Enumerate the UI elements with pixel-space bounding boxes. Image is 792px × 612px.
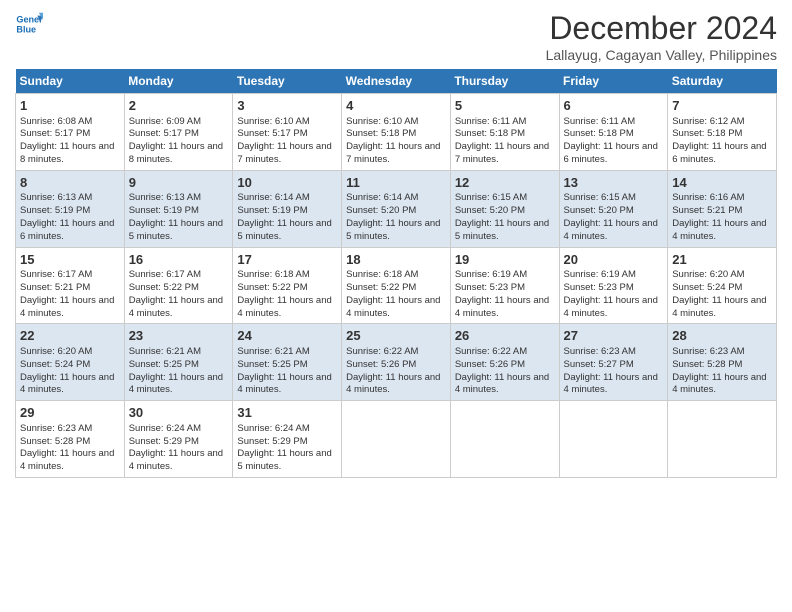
calendar-table: SundayMondayTuesdayWednesdayThursdayFrid… [15, 69, 777, 478]
calendar-cell: 16Sunrise: 6:17 AMSunset: 5:22 PMDayligh… [124, 247, 233, 324]
calendar-cell: 23Sunrise: 6:21 AMSunset: 5:25 PMDayligh… [124, 324, 233, 401]
day-number: 2 [129, 97, 229, 115]
calendar-cell: 11Sunrise: 6:14 AMSunset: 5:20 PMDayligh… [342, 170, 451, 247]
calendar-cell: 26Sunrise: 6:22 AMSunset: 5:26 PMDayligh… [450, 324, 559, 401]
day-number: 13 [564, 174, 664, 192]
calendar-cell: 6Sunrise: 6:11 AMSunset: 5:18 PMDaylight… [559, 94, 668, 171]
calendar-cell [342, 401, 451, 478]
calendar-cell [559, 401, 668, 478]
title-block: December 2024 Lallayug, Cagayan Valley, … [546, 10, 777, 63]
calendar-cell: 28Sunrise: 6:23 AMSunset: 5:28 PMDayligh… [668, 324, 777, 401]
calendar-cell: 27Sunrise: 6:23 AMSunset: 5:27 PMDayligh… [559, 324, 668, 401]
day-number: 18 [346, 251, 446, 269]
day-number: 25 [346, 327, 446, 345]
day-number: 21 [672, 251, 772, 269]
day-number: 17 [237, 251, 337, 269]
calendar-cell: 25Sunrise: 6:22 AMSunset: 5:26 PMDayligh… [342, 324, 451, 401]
page: General Blue December 2024 Lallayug, Cag… [0, 0, 792, 612]
week-row-5: 29Sunrise: 6:23 AMSunset: 5:28 PMDayligh… [16, 401, 777, 478]
calendar-cell: 22Sunrise: 6:20 AMSunset: 5:24 PMDayligh… [16, 324, 125, 401]
calendar-cell: 12Sunrise: 6:15 AMSunset: 5:20 PMDayligh… [450, 170, 559, 247]
calendar-cell: 19Sunrise: 6:19 AMSunset: 5:23 PMDayligh… [450, 247, 559, 324]
header-row: SundayMondayTuesdayWednesdayThursdayFrid… [16, 69, 777, 94]
day-number: 11 [346, 174, 446, 192]
calendar-cell: 17Sunrise: 6:18 AMSunset: 5:22 PMDayligh… [233, 247, 342, 324]
day-number: 1 [20, 97, 120, 115]
calendar-cell [668, 401, 777, 478]
calendar-cell: 20Sunrise: 6:19 AMSunset: 5:23 PMDayligh… [559, 247, 668, 324]
day-number: 22 [20, 327, 120, 345]
day-number: 28 [672, 327, 772, 345]
col-header-monday: Monday [124, 69, 233, 94]
calendar-cell: 2Sunrise: 6:09 AMSunset: 5:17 PMDaylight… [124, 94, 233, 171]
header: General Blue December 2024 Lallayug, Cag… [15, 10, 777, 63]
day-number: 19 [455, 251, 555, 269]
day-number: 15 [20, 251, 120, 269]
day-number: 3 [237, 97, 337, 115]
logo: General Blue [15, 10, 43, 38]
calendar-cell: 21Sunrise: 6:20 AMSunset: 5:24 PMDayligh… [668, 247, 777, 324]
day-number: 9 [129, 174, 229, 192]
calendar-cell: 31Sunrise: 6:24 AMSunset: 5:29 PMDayligh… [233, 401, 342, 478]
calendar-cell: 14Sunrise: 6:16 AMSunset: 5:21 PMDayligh… [668, 170, 777, 247]
day-number: 29 [20, 404, 120, 422]
calendar-cell: 7Sunrise: 6:12 AMSunset: 5:18 PMDaylight… [668, 94, 777, 171]
subtitle: Lallayug, Cagayan Valley, Philippines [546, 47, 777, 63]
calendar-cell: 13Sunrise: 6:15 AMSunset: 5:20 PMDayligh… [559, 170, 668, 247]
calendar-cell: 29Sunrise: 6:23 AMSunset: 5:28 PMDayligh… [16, 401, 125, 478]
day-number: 14 [672, 174, 772, 192]
day-number: 24 [237, 327, 337, 345]
svg-text:Blue: Blue [16, 24, 36, 34]
calendar-cell: 4Sunrise: 6:10 AMSunset: 5:18 PMDaylight… [342, 94, 451, 171]
calendar-cell [450, 401, 559, 478]
week-row-3: 15Sunrise: 6:17 AMSunset: 5:21 PMDayligh… [16, 247, 777, 324]
day-number: 8 [20, 174, 120, 192]
col-header-wednesday: Wednesday [342, 69, 451, 94]
day-number: 31 [237, 404, 337, 422]
calendar-cell: 3Sunrise: 6:10 AMSunset: 5:17 PMDaylight… [233, 94, 342, 171]
day-number: 10 [237, 174, 337, 192]
week-row-4: 22Sunrise: 6:20 AMSunset: 5:24 PMDayligh… [16, 324, 777, 401]
col-header-tuesday: Tuesday [233, 69, 342, 94]
day-number: 20 [564, 251, 664, 269]
calendar-cell: 5Sunrise: 6:11 AMSunset: 5:18 PMDaylight… [450, 94, 559, 171]
calendar-cell: 15Sunrise: 6:17 AMSunset: 5:21 PMDayligh… [16, 247, 125, 324]
day-number: 30 [129, 404, 229, 422]
calendar-cell: 24Sunrise: 6:21 AMSunset: 5:25 PMDayligh… [233, 324, 342, 401]
week-row-2: 8Sunrise: 6:13 AMSunset: 5:19 PMDaylight… [16, 170, 777, 247]
calendar-cell: 1Sunrise: 6:08 AMSunset: 5:17 PMDaylight… [16, 94, 125, 171]
week-row-1: 1Sunrise: 6:08 AMSunset: 5:17 PMDaylight… [16, 94, 777, 171]
day-number: 12 [455, 174, 555, 192]
day-number: 6 [564, 97, 664, 115]
calendar-cell: 30Sunrise: 6:24 AMSunset: 5:29 PMDayligh… [124, 401, 233, 478]
day-number: 7 [672, 97, 772, 115]
calendar-cell: 18Sunrise: 6:18 AMSunset: 5:22 PMDayligh… [342, 247, 451, 324]
calendar-cell: 8Sunrise: 6:13 AMSunset: 5:19 PMDaylight… [16, 170, 125, 247]
col-header-friday: Friday [559, 69, 668, 94]
col-header-thursday: Thursday [450, 69, 559, 94]
day-number: 4 [346, 97, 446, 115]
calendar-cell: 10Sunrise: 6:14 AMSunset: 5:19 PMDayligh… [233, 170, 342, 247]
day-number: 27 [564, 327, 664, 345]
day-number: 16 [129, 251, 229, 269]
day-number: 23 [129, 327, 229, 345]
main-title: December 2024 [546, 10, 777, 47]
col-header-sunday: Sunday [16, 69, 125, 94]
col-header-saturday: Saturday [668, 69, 777, 94]
logo-icon: General Blue [15, 10, 43, 38]
day-number: 5 [455, 97, 555, 115]
calendar-cell: 9Sunrise: 6:13 AMSunset: 5:19 PMDaylight… [124, 170, 233, 247]
day-number: 26 [455, 327, 555, 345]
